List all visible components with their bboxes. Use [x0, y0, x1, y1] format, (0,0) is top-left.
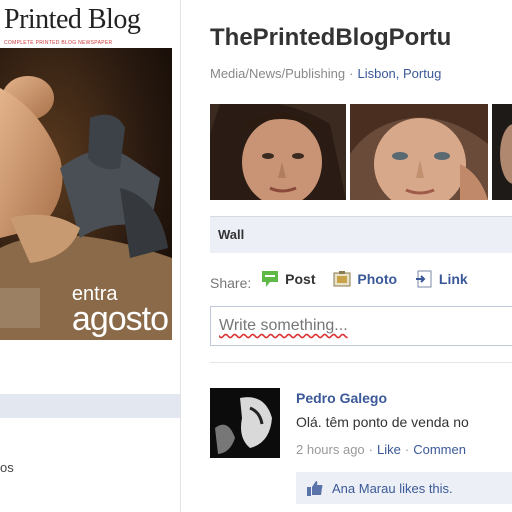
cover-line-2: agosto [71, 300, 169, 338]
share-photo-label: Photo [357, 271, 398, 287]
face-photo-3[interactable] [492, 104, 512, 200]
face-3-icon [492, 104, 512, 200]
avatar-photo-icon [210, 388, 280, 458]
page-category: Media/News/Publishing [210, 66, 346, 81]
face-photo-1[interactable] [210, 104, 346, 200]
write-something-input[interactable]: Write something... [210, 306, 512, 346]
post-text: Olá. têm ponto de venda no [296, 414, 469, 430]
share-photo-button[interactable]: Photo [333, 270, 397, 288]
like-link[interactable]: Like [377, 442, 401, 457]
left-bottom-text: os [0, 460, 14, 475]
cover-headline: entra agosto [71, 284, 169, 338]
main-column: ThePrintedBlogPortu Media/News/Publishin… [196, 0, 512, 512]
share-post-label: Post [285, 271, 316, 287]
separator: · [349, 66, 354, 81]
magazine-tagline: COMPLETE PRINTED BLOG NEWSPAPER [4, 40, 113, 46]
share-post-button[interactable]: Post [261, 270, 315, 288]
post-timestamp[interactable]: 2 hours ago [296, 442, 365, 457]
photo-icon [333, 271, 351, 287]
share-label: Share: [210, 275, 252, 291]
likes-summary: Ana Marau likes this. [296, 472, 512, 504]
share-link-button[interactable]: Link [415, 270, 468, 288]
status-post-icon [262, 271, 279, 287]
face-1-icon [210, 104, 346, 200]
post-meta: 2 hours ago · Like · Commen [296, 442, 466, 457]
avatar[interactable] [210, 388, 280, 458]
write-placeholder: Write something... [219, 317, 348, 334]
photo-strip [210, 104, 512, 200]
link-icon [415, 270, 432, 288]
page-title[interactable]: ThePrintedBlogPortu [210, 24, 451, 52]
magazine-logo: Printed Blog [4, 4, 141, 35]
wall-tab-bar[interactable]: Wall [210, 216, 512, 253]
wall-tab-label: Wall [218, 227, 245, 242]
face-photo-2[interactable] [350, 104, 488, 200]
share-link-label: Link [438, 271, 468, 287]
face-2-icon [350, 104, 488, 200]
left-nav-tab[interactable] [0, 394, 180, 418]
page-category-line: Media/News/Publishing · Lisbon, Portug [210, 66, 441, 81]
share-row: Share: Post Photo Link [210, 270, 482, 292]
page-location-link[interactable]: Lisbon, Portug [357, 66, 441, 81]
column-divider [180, 0, 181, 512]
profile-picture[interactable]: Printed Blog COMPLETE PRINTED BLOG NEWSP… [0, 0, 172, 370]
magazine-cover-photo: entra agosto [0, 48, 172, 340]
left-column: Printed Blog COMPLETE PRINTED BLOG NEWSP… [0, 0, 180, 512]
likes-text[interactable]: Ana Marau likes this. [332, 481, 453, 496]
separator: · [404, 442, 410, 457]
separator: · [368, 442, 374, 457]
thumbs-up-icon [307, 481, 323, 496]
post-author-link[interactable]: Pedro Galego [296, 390, 387, 406]
story-divider [210, 362, 512, 363]
comment-link[interactable]: Commen [413, 442, 466, 457]
